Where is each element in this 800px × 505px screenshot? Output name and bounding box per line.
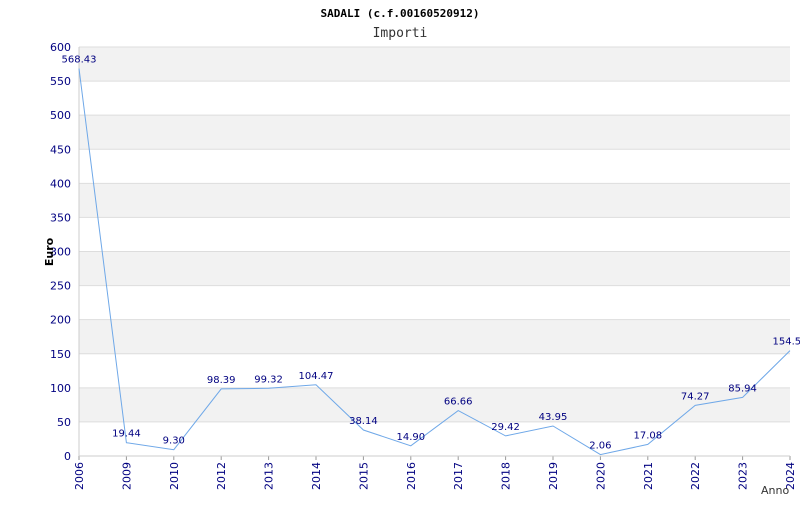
grid-band [79, 252, 790, 286]
x-tick-label: 2014 [310, 462, 323, 490]
grid-band [79, 115, 790, 149]
grid-band [79, 183, 790, 217]
grid-band [79, 286, 790, 320]
y-tick-label: 100 [50, 382, 71, 395]
y-tick-label: 450 [50, 143, 71, 156]
y-axis-title: Euro [43, 237, 56, 266]
y-tick-label: 0 [64, 450, 71, 463]
data-label: 17.08 [633, 430, 662, 441]
grid-band [79, 422, 790, 456]
x-tick-label: 2017 [452, 462, 465, 490]
data-label: 9.30 [163, 436, 185, 447]
grid-band [79, 217, 790, 251]
x-tick-label: 2019 [547, 462, 560, 490]
x-tick-label: 2021 [642, 462, 655, 490]
data-label: 19.44 [112, 429, 141, 440]
data-label: 104.47 [299, 371, 334, 382]
data-label: 154.58 [773, 337, 800, 348]
x-axis: 2006 2009 2010 2012 2013 2014 2015 2016 2017 2018… [73, 456, 797, 490]
grid-band [79, 320, 790, 354]
data-label: 99.32 [254, 374, 283, 385]
x-tick-label: 2018 [500, 462, 513, 490]
data-label: 2.06 [589, 441, 611, 452]
data-label: 98.39 [207, 375, 236, 386]
grid-band [79, 354, 790, 388]
x-axis-title: Anno [761, 484, 789, 497]
y-tick-label: 550 [50, 75, 71, 88]
x-tick-label: 2022 [689, 462, 702, 490]
data-label: 66.66 [444, 397, 473, 408]
chart-title: SADALI (c.f.00160520912) [321, 7, 480, 20]
data-label: 38.14 [349, 416, 378, 427]
x-tick-label: 2010 [168, 462, 181, 490]
data-label: 568.43 [62, 55, 97, 66]
y-tick-label: 500 [50, 109, 71, 122]
y-tick-label: 600 [50, 41, 71, 54]
x-tick-label: 2013 [263, 462, 276, 490]
x-tick-label: 2009 [120, 462, 133, 490]
x-tick-label: 2020 [594, 462, 607, 490]
data-label: 14.90 [396, 432, 425, 443]
x-tick-label: 2016 [405, 462, 418, 490]
grid-band [79, 149, 790, 183]
chart-subtitle: Importi [373, 26, 428, 41]
y-tick-label: 400 [50, 177, 71, 190]
grid-band [79, 47, 790, 81]
line-chart: SADALI (c.f.00160520912) Importi 0 50 100 1… [0, 0, 800, 500]
y-tick-label: 200 [50, 314, 71, 327]
y-tick-label: 250 [50, 280, 71, 293]
x-tick-label: 2015 [357, 462, 370, 490]
data-label: 29.42 [491, 422, 520, 433]
grid-band [79, 81, 790, 115]
y-tick-label: 150 [50, 348, 71, 361]
x-tick-label: 2006 [73, 462, 86, 490]
y-tick-label: 350 [50, 211, 71, 224]
data-label: 74.27 [681, 391, 710, 402]
x-tick-label: 2012 [215, 462, 228, 490]
data-label: 43.95 [539, 412, 568, 423]
y-tick-label: 50 [57, 416, 71, 429]
data-label: 85.94 [728, 383, 757, 394]
x-tick-label: 2023 [737, 462, 750, 490]
